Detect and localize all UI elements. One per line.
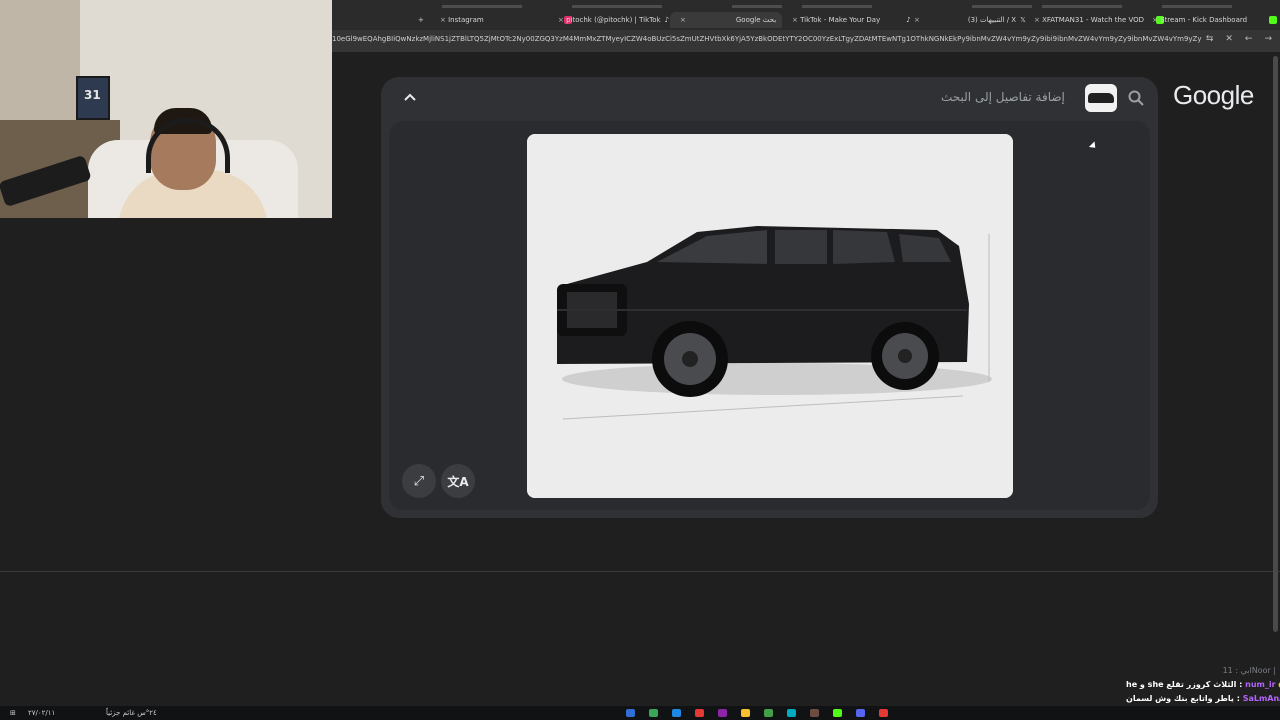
app-icon[interactable]	[810, 709, 819, 717]
search-input[interactable]: إضافة تفاصيل إلى البحث	[941, 90, 1065, 104]
kick-icon	[1269, 16, 1278, 24]
suv-image	[527, 134, 1013, 498]
close-icon[interactable]: ×	[792, 16, 798, 24]
app-icon[interactable]	[626, 709, 635, 717]
x-icon: 𝕏	[1020, 16, 1026, 24]
app-icon[interactable]	[649, 709, 658, 717]
tab-google-search[interactable]: × Google بحث	[670, 12, 783, 28]
tab-label: Instagram	[448, 16, 484, 24]
app-icon[interactable]	[672, 709, 681, 717]
lens-image-area: ⤢ 文A	[389, 121, 1150, 510]
forward-arrow-icon[interactable]: →	[1264, 34, 1272, 44]
search-image-thumbnail[interactable]	[1085, 84, 1117, 112]
translate-page-icon[interactable]: ⇆	[1206, 34, 1214, 44]
app-icon[interactable]	[718, 709, 727, 717]
webcam-jersey-frame: 31	[76, 76, 110, 120]
taskbar-date: ٢٧/٠٢/١١	[28, 709, 56, 717]
tab-tiktok-profile[interactable]: × pitochk (@pitochk) | TikTok ♪	[554, 12, 669, 28]
google-logo[interactable]: Google	[1173, 80, 1254, 111]
tab-tiktok-home[interactable]: × TikTok - Make Your Day ♪	[788, 12, 911, 28]
tab-label: TikTok - Make Your Day	[800, 16, 881, 24]
chat-message: he و she الثلاث كروزر تقلع : num_ir ●	[1126, 680, 1280, 689]
chat-message: ياطر واتابع بنك وش لسمان : SaLmAnAlSubai…	[1126, 694, 1280, 703]
taskbar-app-icons	[626, 709, 888, 717]
lens-panel: إضافة تفاصيل إلى البحث ⤢ 文A	[381, 77, 1158, 518]
chat-username: num_ir	[1245, 680, 1276, 689]
close-icon[interactable]: ×	[680, 16, 686, 24]
back-arrow-icon[interactable]: ←	[1245, 34, 1253, 44]
expand-icon[interactable]: ⤢	[402, 464, 436, 498]
tiktok-icon: ♪	[664, 16, 670, 24]
address-bar[interactable]: 10eGl9wEQAhgBIiQwNzkzMjliNS1jZTBlLTQ5ZjM…	[332, 30, 1280, 52]
webcam-overlay: 31	[0, 0, 332, 218]
lens-search-bar[interactable]: إضافة تفاصيل إلى البحث	[381, 77, 1158, 119]
tab-label: Google بحث	[735, 16, 777, 24]
close-icon[interactable]: ×	[1152, 16, 1158, 24]
webcam-frame-number: 31	[84, 88, 101, 102]
tab-label: XFATMAN31 - Watch the VOD	[1042, 16, 1145, 24]
close-icon[interactable]: ×	[1034, 16, 1040, 24]
chevron-up-icon[interactable]	[401, 89, 419, 107]
close-icon[interactable]: ✕	[1225, 34, 1233, 44]
chat-message-faded: ابي : 11Noor |	[1222, 666, 1276, 675]
app-icon[interactable]	[695, 709, 704, 717]
tab-x-notifications[interactable]: × (3) التنبيهات / X 𝕏	[910, 12, 1026, 28]
tab-label: pitochk (@pitochk) | TikTok	[566, 16, 661, 24]
url-text[interactable]: 10eGl9wEQAhgBIiQwNzkzMjliNS1jZTBlLTQ5ZjM…	[332, 35, 1202, 43]
search-icon[interactable]	[1127, 89, 1145, 107]
tab-label: Stream - Kick Dashboard	[1160, 16, 1248, 24]
browser-tab-strip: + × Instagram × pitochk (@pitochk) | Tik…	[332, 0, 1280, 30]
tabs-faded-row	[442, 5, 1232, 8]
close-icon[interactable]: ×	[440, 16, 446, 24]
kick-icon[interactable]	[833, 709, 842, 717]
tab-kick-dashboard[interactable]: × Stream - Kick Dashboard	[1148, 12, 1280, 28]
content-divider	[0, 571, 1280, 572]
start-icon[interactable]: ⊞	[10, 709, 16, 717]
thumbnail-car	[1088, 93, 1114, 103]
app-icon[interactable]	[879, 709, 888, 717]
chat-username: SaLmAnAlSubaie	[1242, 694, 1280, 703]
translate-icon[interactable]: 文A	[441, 464, 475, 498]
close-icon[interactable]: ×	[558, 16, 564, 24]
discord-icon[interactable]	[856, 709, 865, 717]
page-scrollbar[interactable]	[1273, 56, 1278, 632]
new-tab-button[interactable]: +	[418, 12, 424, 28]
close-icon[interactable]: ×	[914, 16, 920, 24]
stream-chat-overlay: ابي : 11Noor | he و she الثلاث كروزر تقل…	[1126, 666, 1280, 708]
windows-taskbar: ⊞ ٢٧/٠٢/١١ ٢٤°س غائم جزئياً	[0, 706, 1280, 720]
chat-message-text: he و she الثلاث كروزر تقلع	[1126, 680, 1237, 689]
app-icon[interactable]	[787, 709, 796, 717]
tab-label: (3) التنبيهات / X	[967, 16, 1017, 24]
search-image[interactable]	[527, 134, 1013, 498]
weather-widget[interactable]: ٢٤°س غائم جزئياً	[106, 709, 157, 717]
app-icon[interactable]	[741, 709, 750, 717]
app-icon[interactable]	[764, 709, 773, 717]
chat-message-text: ياطر واتابع بنك وش لسمان	[1126, 694, 1234, 703]
